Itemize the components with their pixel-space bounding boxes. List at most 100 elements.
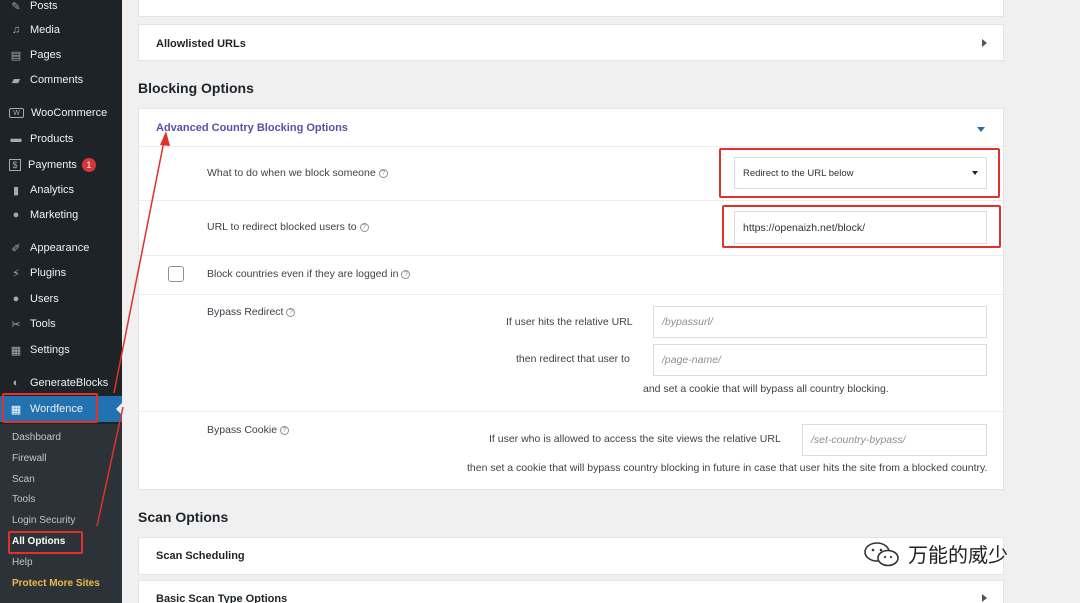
media-icon: ♫ — [11, 24, 21, 36]
dollar-icon: $ — [9, 159, 21, 171]
bypass-relative-url-input[interactable]: /bypassurl/ — [653, 306, 987, 338]
plug-icon: ⚡ — [12, 267, 20, 280]
highlight-wordfence — [2, 393, 98, 423]
submenu-firewall[interactable]: Firewall — [12, 453, 46, 464]
bypass-cookie-label: Bypass Cookie? — [207, 424, 290, 436]
sidebar-item-tools[interactable]: ✂ Tools — [0, 312, 122, 336]
highlight-all-options — [8, 531, 83, 554]
sidebar-item-posts[interactable]: ✎ Posts — [0, 0, 122, 18]
sidebar-item-comments[interactable]: ▰ Comments — [0, 68, 122, 92]
panel-title: Scan Scheduling — [156, 550, 245, 562]
sidebar-item-marketing[interactable]: ● Marketing — [0, 203, 122, 227]
cookie-relative-url-input[interactable]: /set-country-bypass/ — [802, 424, 987, 456]
notification-badge: 1 — [81, 158, 96, 172]
page-icon: ▤ — [10, 49, 22, 62]
highlight-block-action — [719, 148, 1000, 198]
settings-icon: ▦ — [10, 344, 22, 357]
bypass-relative-url-label: If user hits the relative URL — [506, 316, 633, 328]
sidebar-item-label: Products — [30, 133, 74, 145]
submenu-tools[interactable]: Tools — [12, 494, 35, 505]
watermark-text: 万能的威少 — [908, 543, 1008, 567]
allowlisted-urls-panel[interactable]: Allowlisted URLs — [138, 24, 1004, 61]
bar-chart-icon: ▮ — [12, 184, 20, 197]
bypass-redirect-label-text: Bypass Redirect — [207, 306, 284, 318]
divider — [139, 146, 1003, 147]
archive-icon: ▬ — [10, 133, 22, 145]
sidebar-item-settings[interactable]: ▦ Settings — [0, 338, 122, 362]
submenu-help[interactable]: Help — [12, 557, 33, 568]
highlight-redirect-url — [722, 205, 1001, 248]
panel-title: Allowlisted URLs — [156, 38, 246, 50]
scan-options-heading: Scan Options — [138, 509, 229, 525]
sidebar-item-products[interactable]: ▬ Products — [0, 127, 122, 151]
blocks-icon: ◐ — [12, 377, 20, 389]
sidebar-item-payments[interactable]: $ Payments 1 — [0, 153, 122, 177]
sidebar-item-label: Users — [30, 293, 59, 305]
expand-arrow-icon[interactable] — [982, 39, 987, 47]
divider — [139, 294, 1003, 295]
help-icon[interactable]: ? — [359, 222, 369, 232]
blocking-options-heading: Blocking Options — [138, 80, 254, 96]
what-to-do-label-text: What to do when we block someone — [207, 167, 376, 179]
sidebar-item-label: GenerateBlocks — [30, 377, 109, 389]
sidebar-item-label: Marketing — [30, 209, 79, 221]
cookie-note: then set a cookie that will bypass count… — [467, 462, 988, 474]
sidebar-item-pages[interactable]: ▤ Pages — [0, 43, 122, 67]
bypass-redirect-target-input[interactable]: /page-name/ — [653, 344, 987, 376]
megaphone-icon: ● — [12, 209, 20, 221]
wrench-icon: ✂ — [11, 318, 21, 331]
sidebar-item-users[interactable]: ● Users — [0, 287, 122, 311]
user-icon: ● — [12, 293, 20, 305]
sidebar-item-label: Media — [30, 24, 60, 36]
panel-title: Basic Scan Type Options — [156, 593, 288, 603]
sidebar-item-label: Settings — [30, 344, 70, 356]
sidebar-item-label: Payments — [28, 159, 77, 171]
expand-arrow-icon[interactable] — [982, 594, 987, 602]
divider — [139, 411, 1003, 412]
block-logged-in-label-text: Block countries even if they are logged … — [207, 268, 399, 280]
bypass-cookie-note: and set a cookie that will bypass all co… — [643, 383, 889, 395]
sidebar-item-label: Tools — [30, 318, 56, 330]
sidebar-item-label: Posts — [30, 0, 58, 12]
collapse-arrow-icon[interactable] — [977, 127, 985, 132]
sidebar-item-analytics[interactable]: ▮ Analytics — [0, 178, 122, 202]
submenu-scan[interactable]: Scan — [12, 474, 35, 485]
bypass-redirect-label: Bypass Redirect? — [207, 306, 296, 318]
bypass-redirect-target-label: then redirect that user to — [516, 353, 630, 365]
panel-title[interactable]: Advanced Country Blocking Options — [156, 122, 348, 134]
redirect-url-label-text: URL to redirect blocked users to — [207, 221, 357, 233]
help-icon[interactable]: ? — [286, 307, 296, 317]
sidebar-item-woocommerce[interactable]: W WooCommerce — [0, 101, 122, 125]
sidebar-item-label: Analytics — [30, 184, 75, 196]
redirect-url-label: URL to redirect blocked users to? — [207, 221, 369, 233]
cookie-relative-url-label: If user who is allowed to access the sit… — [489, 433, 781, 445]
sidebar-item-media[interactable]: ♫ Media — [0, 18, 122, 42]
sidebar-item-appearance[interactable]: ✐ Appearance — [0, 236, 122, 260]
what-to-do-label: What to do when we block someone? — [207, 167, 388, 179]
wordfence-submenu: Dashboard Firewall Scan Tools Login Secu… — [0, 424, 122, 603]
submenu-dashboard[interactable]: Dashboard — [12, 432, 61, 443]
sidebar-item-plugins[interactable]: ⚡ Plugins — [0, 261, 122, 285]
bypass-cookie-label-text: Bypass Cookie — [207, 424, 278, 436]
submenu-login-security[interactable]: Login Security — [12, 515, 75, 526]
wechat-icon — [864, 541, 899, 566]
main-content: Allowlisted URLs Blocking Options Advanc… — [122, 0, 1080, 603]
basic-scan-type-panel[interactable]: Basic Scan Type Options — [138, 580, 1004, 603]
divider — [139, 255, 1003, 256]
submenu-protect-more-sites[interactable]: Protect More Sites — [12, 578, 100, 589]
help-icon[interactable]: ? — [401, 269, 411, 279]
sidebar-item-label: Plugins — [30, 267, 67, 279]
help-icon[interactable]: ? — [378, 168, 388, 178]
admin-sidebar: ✎ Posts ♫ Media ▤ Pages ▰ Comments W Woo… — [0, 0, 123, 603]
block-logged-in-label: Block countries even if they are logged … — [207, 268, 411, 280]
sidebar-item-generateblocks[interactable]: ◐ GenerateBlocks — [0, 371, 122, 395]
sidebar-item-label: Appearance — [30, 242, 90, 254]
block-logged-in-checkbox[interactable] — [168, 266, 184, 282]
comment-icon: ▰ — [11, 74, 21, 87]
pin-icon: ✎ — [11, 0, 21, 13]
divider — [139, 200, 1003, 201]
watermark: 万能的威少 — [862, 539, 1008, 568]
woo-icon: W — [9, 108, 24, 118]
help-icon[interactable]: ? — [280, 425, 290, 435]
sidebar-item-label: Pages — [30, 49, 62, 61]
